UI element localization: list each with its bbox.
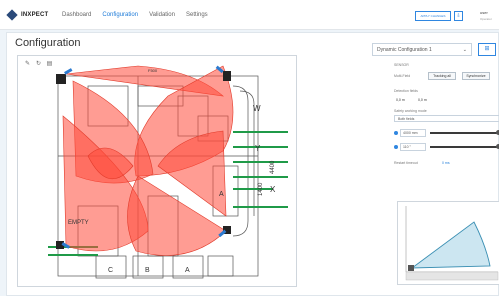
configuration-select[interactable]: Dynamic Configuration 1 ⌄ <box>372 43 472 56</box>
multi-field-label: Multi-Field <box>394 74 411 78</box>
chevron-down-icon: ⌄ <box>462 47 467 53</box>
restart-timeout-value[interactable]: 0 ms <box>442 161 450 165</box>
main-nav: Dashboard Configuration Validation Setti… <box>62 12 208 18</box>
room-label-c: C <box>108 267 113 274</box>
download-icon[interactable]: ⇩ <box>454 11 463 21</box>
safety-mode-label: Safety working mode <box>394 109 427 113</box>
logo-text: INXPECT <box>21 12 49 18</box>
tracking-all-toggle[interactable]: Tracking all <box>428 72 456 80</box>
nav-configuration[interactable]: Configuration <box>102 12 138 18</box>
nav-dashboard[interactable]: Dashboard <box>62 12 91 18</box>
range-indicator-icon <box>394 131 398 135</box>
configuration-select-value: Dynamic Configuration 1 <box>377 47 432 53</box>
safety-mode-select[interactable]: Both fields <box>394 115 499 122</box>
range-input[interactable]: 4000 mm <box>400 129 426 137</box>
room-label-a: A <box>185 267 190 274</box>
apply-changes-button[interactable]: APPLY CHANGES <box>415 11 451 21</box>
dimension-1400: 1400 <box>258 182 264 196</box>
top-bar: INXPECT Dashboard Configuration Validati… <box>0 0 499 30</box>
detection-label: Detection fields <box>394 89 418 93</box>
room-label-w: W <box>253 104 261 113</box>
page-title: Configuration <box>15 37 81 49</box>
config-menu-button[interactable]: ⊞ <box>478 43 496 56</box>
detection-value-1: 0,0 m <box>396 98 405 102</box>
range-slider: 4000 mm <box>394 129 499 137</box>
detection-value-2: 0,0 m <box>418 98 427 102</box>
dimension-4400: 4400 <box>270 160 276 174</box>
restart-timeout-label: Restart timeout <box>394 161 418 165</box>
rotate-icon[interactable]: ↻ <box>34 60 43 68</box>
user-menu[interactable]: user Operator <box>480 10 492 22</box>
room-label-b: B <box>145 267 150 274</box>
angle-input[interactable]: 110 ° <box>400 143 426 151</box>
safety-mode-value: Both fields <box>398 117 415 121</box>
fov-preview <box>397 201 499 285</box>
room-label-x: X <box>270 185 276 194</box>
nav-validation[interactable]: Validation <box>149 12 175 18</box>
angle-slider: 110 ° <box>394 143 499 151</box>
app-logo[interactable]: INXPECT <box>6 9 49 21</box>
nav-settings[interactable]: Settings <box>186 12 208 18</box>
fov-preview-drawing <box>405 206 499 281</box>
angle-slider-track[interactable] <box>430 146 498 148</box>
sensor-label: SENSOR <box>394 63 409 67</box>
config-panel: Dynamic Configuration 1 ⌄ ⊞ SENSOR Multi… <box>372 41 499 296</box>
floorplan-toolbar: ✎ ↻ ▤ <box>23 60 54 68</box>
floorplan-drawing: W Y X EMPTY C B A A F500 1400 4400 <box>48 65 288 279</box>
floorplan-canvas[interactable]: ✎ ↻ ▤ W Y X EMPTY C B A A F500 1400 4400 <box>17 55 297 287</box>
logo-icon <box>6 9 18 21</box>
edit-icon[interactable]: ✎ <box>23 60 32 68</box>
angle-indicator-icon <box>394 145 398 149</box>
user-role: Operator <box>480 17 492 21</box>
room-label-a-right: A <box>219 191 224 198</box>
room-label-f500: F500 <box>148 68 158 73</box>
range-slider-track[interactable] <box>430 132 498 134</box>
main-panel: Configuration ✎ ↻ ▤ W Y X EMPTY C B A A … <box>6 32 499 296</box>
room-label-empty: EMPTY <box>68 220 89 226</box>
synchronize-toggle[interactable]: Synchronize <box>462 72 490 80</box>
layers-icon[interactable]: ▤ <box>45 60 54 68</box>
room-label-y: Y <box>255 144 261 153</box>
